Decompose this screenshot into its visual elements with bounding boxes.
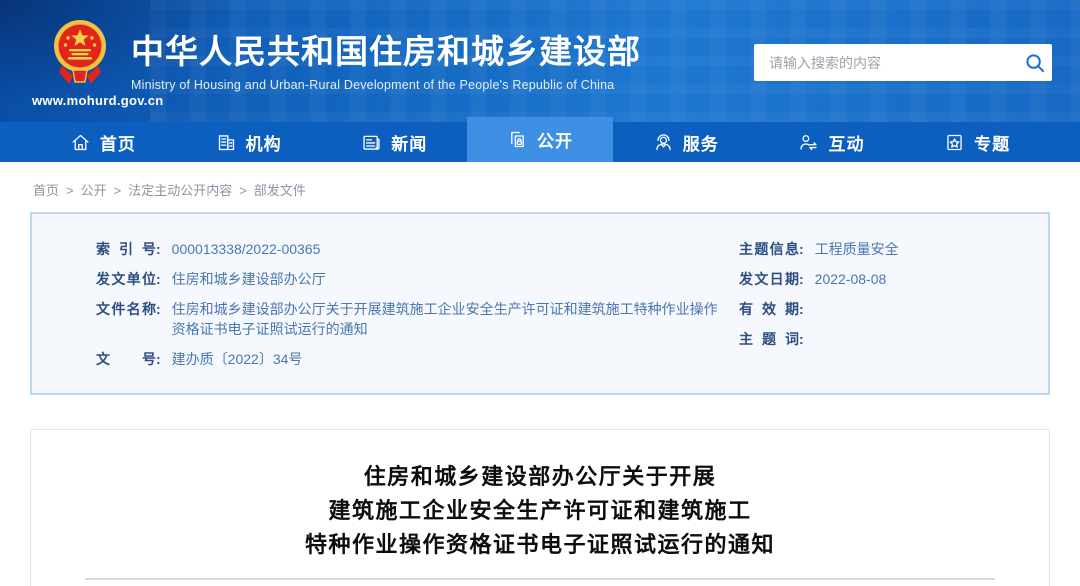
info-value: 工程质量安全 xyxy=(815,239,899,259)
search-input[interactable] xyxy=(754,44,1018,81)
info-row: 索引号:000013338/2022-00365 xyxy=(96,239,739,259)
title-divider xyxy=(85,578,995,580)
nav-tab-label: 新闻 xyxy=(391,130,427,155)
nav-tab-label: 机构 xyxy=(246,130,282,155)
brand-text: 中华人民共和国住房和城乡建设部 Ministry of Housing and … xyxy=(131,18,641,94)
article-title: 住房和城乡建设部办公厅关于开展建筑施工企业安全生产许可证和建筑施工特种作业操作资… xyxy=(31,460,1049,562)
search-button[interactable] xyxy=(1018,44,1052,81)
nav-tab-org[interactable]: 机构 xyxy=(176,122,322,162)
home-icon xyxy=(70,132,91,153)
info-label: 主题词 xyxy=(739,329,799,349)
info-row: 发文日期:2022-08-08 xyxy=(739,269,1022,289)
site-url: www.mohurd.gov.cn xyxy=(32,93,164,108)
info-row: 文号: 建办质〔2022〕34号 xyxy=(96,349,739,369)
article-title-line: 住房和城乡建设部办公厅关于开展 xyxy=(31,460,1049,494)
info-row: 文件名称: 住房和城乡建设部办公厅关于开展建筑施工企业安全生产许可证和建筑施工特种… xyxy=(96,299,739,339)
info-colon: : xyxy=(156,239,161,259)
breadcrumb-item[interactable]: 公开 xyxy=(81,183,107,198)
site-title: 中华人民共和国住房和城乡建设部 xyxy=(131,34,641,70)
national-emblem-icon xyxy=(53,18,107,94)
info-colon: : xyxy=(799,329,804,349)
info-colon: : xyxy=(799,239,804,259)
nav-tab-service[interactable]: 服务 xyxy=(613,122,759,162)
nav-tab-public[interactable]: 公开 xyxy=(467,117,613,162)
info-label: 主题信息 xyxy=(739,239,799,259)
main-nav: 首页 机构 新闻 公开 服务 互动 专题 xyxy=(0,122,1080,162)
breadcrumb-separator: > xyxy=(66,183,74,198)
article-panel: 住房和城乡建设部办公厅关于开展建筑施工企业安全生产许可证和建筑施工特种作业操作资… xyxy=(30,429,1050,586)
info-colon: : xyxy=(156,299,161,319)
info-column-right: 主题信息:工程质量安全发文日期:2022-08-08有效期:主题词: xyxy=(739,239,1022,369)
info-colon: : xyxy=(799,269,804,289)
interact-icon xyxy=(798,132,819,153)
info-column-left: 索引号:000013338/2022-00365发文单位:住房和城乡建设部办公厅… xyxy=(96,239,739,369)
nav-tab-label: 公开 xyxy=(537,127,573,152)
content-area: 索引号:000013338/2022-00365发文单位:住房和城乡建设部办公厅… xyxy=(30,212,1050,586)
breadcrumb-item: 部发文件 xyxy=(254,183,306,198)
info-colon: : xyxy=(156,269,161,289)
nav-tab-label: 互动 xyxy=(828,130,864,155)
document-info-panel: 索引号:000013338/2022-00365发文单位:住房和城乡建设部办公厅… xyxy=(30,212,1050,395)
site-logo-link[interactable]: 中华人民共和国住房和城乡建设部 Ministry of Housing and … xyxy=(53,18,641,94)
breadcrumb-item[interactable]: 首页 xyxy=(33,183,59,198)
info-label: 发文单位 xyxy=(96,269,156,289)
topics-icon xyxy=(944,132,965,153)
nav-tab-home[interactable]: 首页 xyxy=(30,122,176,162)
breadcrumb-separator: > xyxy=(114,183,122,198)
info-label: 发文日期 xyxy=(739,269,799,289)
info-value: 住房和城乡建设部办公厅 xyxy=(172,269,326,289)
info-row: 主题词: xyxy=(739,329,1022,349)
info-value: 2022-08-08 xyxy=(815,269,887,289)
info-value: 住房和城乡建设部办公厅关于开展建筑施工企业安全生产许可证和建筑施工特种作业操作资… xyxy=(172,299,720,339)
nav-tab-news[interactable]: 新闻 xyxy=(321,122,467,162)
article-title-line: 特种作业操作资格证书电子证照试运行的通知 xyxy=(31,528,1049,562)
info-row: 主题信息: 工程质量安全 xyxy=(739,239,1022,259)
info-colon: : xyxy=(799,299,804,319)
breadcrumb-item[interactable]: 法定主动公开内容 xyxy=(128,183,232,198)
org-icon xyxy=(216,132,237,153)
info-label: 索引号 xyxy=(96,239,156,259)
search-icon xyxy=(1025,53,1045,73)
nav-tab-label: 首页 xyxy=(100,130,136,155)
service-icon xyxy=(653,132,674,153)
info-row: 发文单位: 住房和城乡建设部办公厅 xyxy=(96,269,739,289)
nav-tab-topics[interactable]: 专题 xyxy=(904,122,1050,162)
nav-tab-interact[interactable]: 互动 xyxy=(759,122,905,162)
search-box xyxy=(754,44,1052,81)
site-subtitle: Ministry of Housing and Urban-Rural Deve… xyxy=(131,78,641,92)
info-label: 文件名称 xyxy=(96,299,156,319)
nav-tab-label: 专题 xyxy=(974,130,1010,155)
nav-tab-label: 服务 xyxy=(683,130,719,155)
page: 中华人民共和国住房和城乡建设部 Ministry of Housing and … xyxy=(0,0,1080,586)
info-value: 000013338/2022-00365 xyxy=(172,239,321,259)
info-label: 有效期 xyxy=(739,299,799,319)
breadcrumb-separator: > xyxy=(239,183,247,198)
info-value: 建办质〔2022〕34号 xyxy=(172,349,303,369)
info-colon: : xyxy=(156,349,161,369)
public-icon xyxy=(507,129,528,150)
news-icon xyxy=(361,132,382,153)
info-row: 有效期: xyxy=(739,299,1022,319)
info-label: 文号 xyxy=(96,349,156,369)
site-header: 中华人民共和国住房和城乡建设部 Ministry of Housing and … xyxy=(0,0,1080,122)
breadcrumb: 首页 > 公开 > 法定主动公开内容 > 部发文件 xyxy=(30,162,1050,212)
article-title-line: 建筑施工企业安全生产许可证和建筑施工 xyxy=(31,494,1049,528)
